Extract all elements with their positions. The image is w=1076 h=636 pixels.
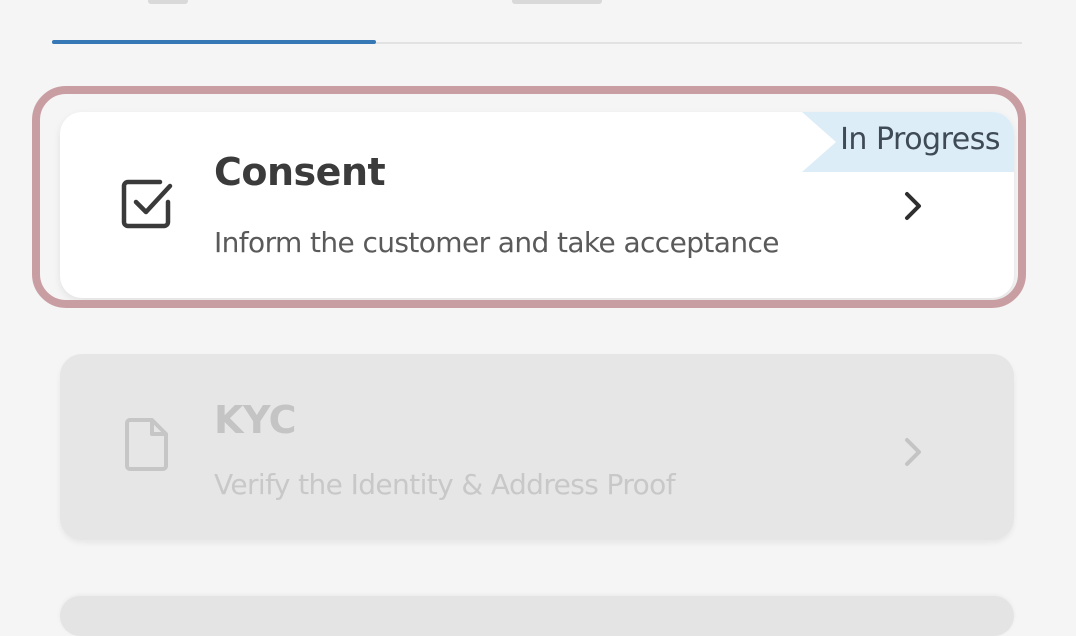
- checkbox-icon: [121, 179, 173, 229]
- step-card-next[interactable]: [60, 596, 1014, 636]
- tab-label-partial[interactable]: [512, 0, 602, 4]
- step-title: KYC: [214, 398, 297, 442]
- chevron-right-icon: [905, 192, 921, 220]
- step-title: Consent: [214, 150, 386, 194]
- step-description: Verify the Identity & Address Proof: [214, 468, 676, 501]
- status-badge: In Progress: [840, 122, 1000, 157]
- tab-bar: [52, 0, 1022, 44]
- tab-active-indicator: [52, 40, 376, 44]
- step-card-kyc[interactable]: KYC Verify the Identity & Address Proof: [60, 354, 1014, 540]
- tab-label-partial[interactable]: [148, 0, 188, 4]
- step-card-consent[interactable]: Consent Inform the customer and take acc…: [60, 112, 1014, 298]
- chevron-right-icon: [905, 438, 921, 466]
- document-icon: [125, 418, 168, 471]
- status-ribbon: In Progress: [802, 112, 1014, 172]
- step-description: Inform the customer and take acceptance: [214, 226, 780, 259]
